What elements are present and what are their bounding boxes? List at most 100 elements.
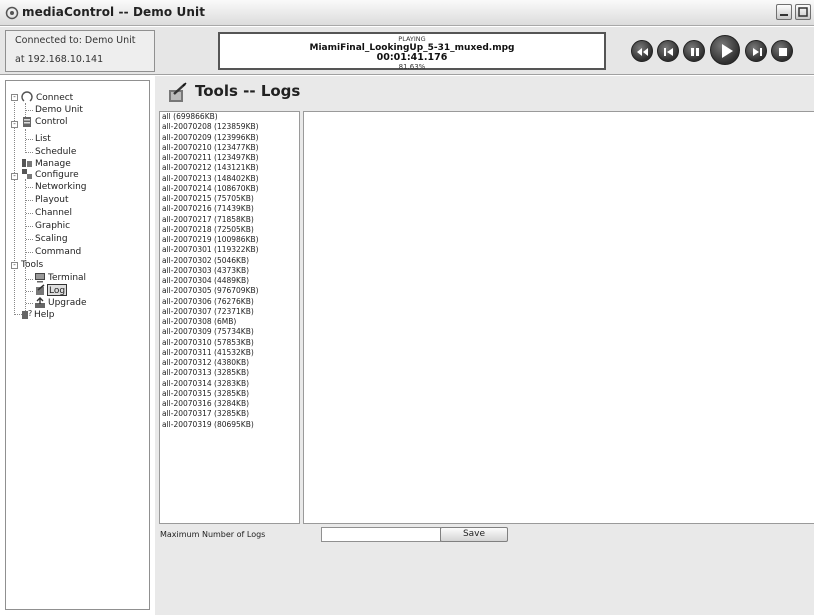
help-icon: ?	[22, 309, 32, 319]
log-file-item[interactable]: all-20070314 (3283KB)	[160, 379, 299, 389]
stop-icon	[779, 48, 787, 56]
nav-channel[interactable]: Channel	[35, 207, 72, 219]
minimize-button[interactable]	[776, 4, 792, 20]
tools-toggle[interactable]: -	[11, 262, 18, 269]
nav-connect[interactable]: Connect	[36, 92, 73, 104]
navigation-tree: - Connect Demo Unit - Control List Sched…	[5, 80, 150, 610]
nav-command[interactable]: Command	[35, 246, 81, 258]
nav-schedule[interactable]: Schedule	[35, 146, 76, 158]
log-tools-icon	[169, 82, 187, 102]
nav-help[interactable]: Help	[34, 309, 55, 321]
log-file-item[interactable]: all-20070303 (4373KB)	[160, 266, 299, 276]
pause-icon	[691, 48, 699, 56]
log-file-item[interactable]: all-20070313 (3285KB)	[160, 368, 299, 378]
log-file-item[interactable]: all-20070315 (3285KB)	[160, 389, 299, 399]
nav-playout[interactable]: Playout	[35, 194, 69, 206]
svg-text:?: ?	[28, 309, 32, 318]
play-icon	[722, 44, 733, 58]
configure-icon	[22, 169, 32, 179]
tree-connector	[26, 252, 33, 253]
log-file-item[interactable]: all-20070213 (148402KB)	[160, 174, 299, 184]
connection-target: Connected to: Demo Unit	[15, 35, 136, 46]
log-file-item[interactable]: all-20070216 (71439KB)	[160, 204, 299, 214]
tree-connector	[26, 226, 33, 227]
status-header: Connected to: Demo Unit at 192.168.10.14…	[0, 27, 814, 75]
nav-upgrade[interactable]: Upgrade	[48, 297, 86, 309]
max-logs-label: Maximum Number of Logs	[160, 530, 266, 539]
tree-connector	[26, 200, 33, 201]
log-file-item[interactable]: all-20070219 (100986KB)	[160, 235, 299, 245]
log-file-item[interactable]: all-20070301 (119322KB)	[160, 245, 299, 255]
log-file-item[interactable]: all-20070214 (108670KB)	[160, 184, 299, 194]
tree-connector	[26, 187, 33, 188]
rewind-button[interactable]	[631, 40, 653, 62]
max-logs-input[interactable]	[321, 527, 441, 542]
tree-connector	[26, 279, 33, 280]
log-file-item[interactable]: all (699866KB)	[160, 112, 299, 122]
maximize-button[interactable]	[795, 4, 811, 20]
nav-tools[interactable]: Tools	[21, 259, 43, 271]
control-icon	[23, 117, 31, 127]
minimize-icon	[780, 14, 788, 16]
log-file-list[interactable]: all (699866KB) all-20070208 (123859KB) all…	[159, 111, 300, 524]
log-file-item[interactable]: all-20070208 (123859KB)	[160, 122, 299, 132]
tree-connector	[26, 152, 33, 153]
logs-panel: Tools -- Logs all (699866KB) all-20070208…	[155, 76, 814, 615]
nav-networking[interactable]: Networking	[35, 181, 87, 193]
configure-toggle[interactable]: -	[11, 173, 18, 180]
page-title: Tools -- Logs	[195, 82, 301, 100]
tree-connector	[26, 110, 33, 111]
log-file-item[interactable]: all-20070317 (3285KB)	[160, 409, 299, 419]
log-file-item[interactable]: all-20070306 (76276KB)	[160, 297, 299, 307]
tree-connector	[25, 179, 26, 263]
log-file-item[interactable]: all-20070307 (72371KB)	[160, 307, 299, 317]
log-file-item[interactable]: all-20070217 (71858KB)	[160, 215, 299, 225]
log-file-item[interactable]: all-20070310 (57853KB)	[160, 338, 299, 348]
nav-log[interactable]: Log	[47, 284, 68, 296]
nav-scaling[interactable]: Scaling	[35, 233, 68, 245]
skip-forward-icon	[753, 48, 762, 56]
log-content-view[interactable]	[303, 111, 814, 524]
connect-toggle[interactable]: -	[11, 94, 18, 101]
log-file-item[interactable]: all-20070312 (4380KB)	[160, 358, 299, 368]
next-button[interactable]	[745, 40, 767, 62]
pause-button[interactable]	[683, 40, 705, 62]
connection-address: at 192.168.10.141	[15, 54, 104, 65]
log-file-item[interactable]: all-20070211 (123497KB)	[160, 153, 299, 163]
log-file-item[interactable]: all-20070311 (41532KB)	[160, 348, 299, 358]
stop-button[interactable]	[771, 40, 793, 62]
nav-control[interactable]: Control	[35, 116, 68, 128]
app-icon	[5, 6, 19, 20]
nav-configure[interactable]: Configure	[35, 169, 79, 181]
window-title-bar: mediaControl -- Demo Unit	[0, 0, 814, 26]
nav-demo-unit[interactable]: Demo Unit	[35, 104, 83, 116]
log-file-item[interactable]: all-20070209 (123996KB)	[160, 133, 299, 143]
tree-connector	[25, 129, 26, 153]
log-file-item[interactable]: all-20070212 (143121KB)	[160, 163, 299, 173]
control-toggle[interactable]: -	[11, 121, 18, 128]
log-file-item[interactable]: all-20070218 (72505KB)	[160, 225, 299, 235]
playback-time: 00:01:41.176	[376, 52, 448, 63]
log-file-item[interactable]: all-20070316 (3284KB)	[160, 399, 299, 409]
save-button[interactable]: Save	[440, 527, 508, 542]
terminal-icon	[35, 273, 45, 283]
play-button[interactable]	[710, 35, 740, 65]
log-file-item[interactable]: all-20070304 (4489KB)	[160, 276, 299, 286]
rewind-icon	[637, 48, 648, 56]
log-file-item[interactable]: all-20070210 (123477KB)	[160, 143, 299, 153]
log-file-item[interactable]: all-20070308 (6MB)	[160, 317, 299, 327]
log-file-item[interactable]: all-20070319 (80695KB)	[160, 420, 299, 430]
nav-graphic[interactable]: Graphic	[35, 220, 70, 232]
log-file-item[interactable]: all-20070302 (5046KB)	[160, 256, 299, 266]
log-file-item[interactable]: all-20070305 (976709KB)	[160, 286, 299, 296]
tree-connector	[25, 267, 26, 313]
nav-list[interactable]: List	[35, 133, 51, 145]
log-file-item[interactable]: all-20070309 (75734KB)	[160, 327, 299, 337]
playback-state: PLAYING	[398, 35, 426, 43]
log-file-item[interactable]: all-20070215 (75705KB)	[160, 194, 299, 204]
playback-percent: 81.63%	[398, 63, 426, 71]
tree-connector	[26, 239, 33, 240]
nav-terminal[interactable]: Terminal	[48, 272, 86, 284]
upgrade-icon	[35, 297, 45, 308]
previous-button[interactable]	[657, 40, 679, 62]
